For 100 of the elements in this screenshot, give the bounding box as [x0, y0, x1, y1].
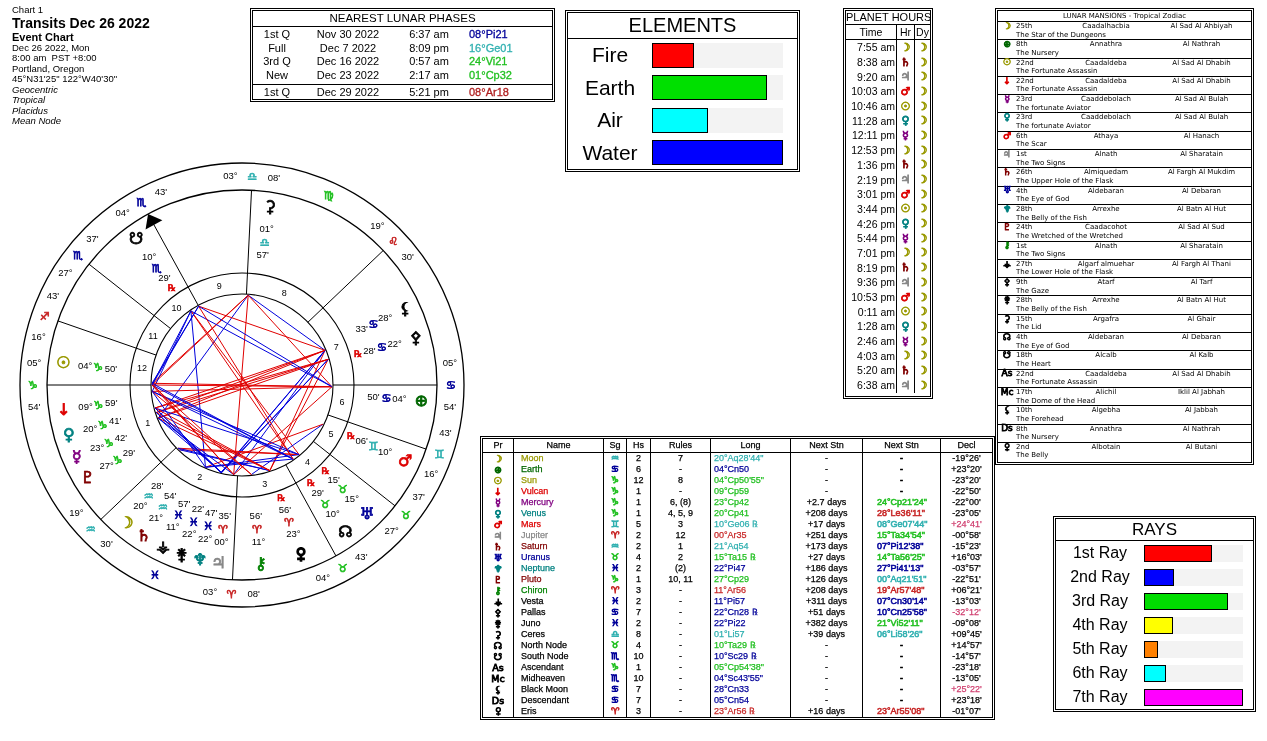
bar-label: Water — [581, 140, 639, 165]
station-time: +39 days — [808, 630, 845, 639]
station-position: 14°Ta56'25" — [876, 553, 926, 562]
planet-symbol: ☋ — [493, 651, 503, 662]
planet-symbol: ⚳ — [494, 629, 502, 640]
planet-symbol: ☽ — [917, 276, 928, 288]
planet-degree: 22° — [197, 533, 213, 544]
sign-glyph: ♎ — [259, 236, 270, 248]
planet-symbol: ☽ — [917, 262, 928, 274]
station-position: 07°Pi12'38" — [876, 542, 924, 551]
planet-symbol: ♇ — [1002, 223, 1012, 233]
hour-time: 2:46 am — [857, 335, 895, 348]
sign-glyph: ♓ — [610, 564, 620, 573]
column-header: Decl — [957, 441, 976, 450]
sign-glyph: ♐ — [39, 310, 50, 322]
planet-name: Moon — [520, 454, 544, 463]
chart-detail: Dec 26 2022, Mon — [12, 42, 91, 54]
planet-degree: 15° — [344, 493, 359, 504]
planet-symbol: ♄ — [900, 56, 911, 68]
hour-time: 8:19 pm — [857, 261, 895, 274]
declination: -22°51' — [952, 575, 981, 584]
planet-symbol: ♄ — [900, 159, 911, 171]
sign-glyph: ♉ — [610, 641, 620, 650]
planet-symbol: ☉ — [493, 475, 503, 486]
planet-symbol: ☽ — [900, 247, 911, 259]
planet-glyph: ☿ — [72, 448, 82, 465]
planet-minutes: 57' — [177, 498, 191, 509]
planet-symbol: ♀ — [901, 320, 910, 332]
planet-symbol: ☿ — [902, 232, 909, 244]
bar-label: Fire — [590, 43, 630, 68]
cusp-minutes: 08' — [267, 173, 281, 184]
planet-symbol: Ds — [491, 695, 505, 706]
station-position: - — [899, 465, 903, 474]
planet-symbol: ☽ — [917, 218, 928, 230]
planet-symbol: ⊕ — [494, 464, 502, 475]
sign-glyph: ♉ — [401, 509, 411, 521]
sign-glyph: ♑ — [97, 419, 108, 431]
planet-minutes: 59' — [105, 398, 118, 409]
planet-symbol: ☽ — [917, 320, 928, 332]
sign-glyph: ♑ — [104, 437, 114, 449]
chart-setting: Tropical — [12, 95, 47, 106]
planet-symbol: ☽ — [917, 159, 928, 171]
planet-symbol: ♀ — [494, 508, 502, 519]
chart-label: Chart 1 — [12, 5, 45, 16]
planet-degree: 20° — [82, 423, 98, 434]
planet-minutes: 35' — [218, 511, 231, 521]
sign-glyph: ♊ — [434, 448, 445, 460]
house-number: 1 — [145, 418, 151, 428]
house-number: 3 — [636, 707, 641, 716]
station-time: - — [825, 685, 828, 694]
cusp-degree: 27° — [58, 268, 73, 279]
planet-minutes: 33' — [355, 324, 368, 334]
planet-symbol: ☽ — [917, 144, 928, 156]
planet-symbol: ☊ — [493, 640, 503, 651]
sign-glyph: ♋ — [368, 318, 379, 330]
cusp-degree: 03° — [223, 171, 238, 182]
sign-glyph: ♒ — [610, 454, 620, 463]
planet-degree: 20° — [133, 501, 148, 511]
bar-label: 7th Ray — [1071, 688, 1129, 707]
station-position: 28°Le36'11" — [876, 509, 925, 518]
sign-glyph: ♑ — [610, 509, 620, 518]
declination: -19°26' — [952, 454, 981, 463]
planet-degree: 23° — [286, 529, 301, 540]
house-number: 5 — [636, 520, 641, 529]
hour-time: 6:38 am — [857, 379, 895, 392]
planet-glyph: ⚵ — [176, 546, 188, 563]
planet-name: Descendant — [520, 696, 570, 705]
house-number: 4 — [636, 553, 641, 562]
planet-degree: 10° — [325, 509, 340, 520]
sign-glyph: ♒ — [158, 501, 168, 513]
declination: -14°57' — [952, 652, 981, 661]
sign-glyph: ♓ — [173, 509, 184, 521]
planet-minutes: 29' — [311, 488, 324, 498]
rules-value: - — [679, 663, 682, 672]
sign-glyph: ♑ — [610, 498, 620, 507]
sign-glyph: ♈ — [610, 586, 620, 595]
hour-time: 12:53 pm — [851, 144, 895, 157]
chart-subtitle: Event Chart — [12, 30, 75, 43]
planet-symbol: ♄ — [493, 541, 503, 552]
declination: -22°00' — [952, 498, 981, 507]
station-position: - — [899, 663, 903, 672]
longitude: 09°Cp59 — [714, 487, 750, 496]
phase-position: 01°Cp32 — [468, 68, 513, 81]
longitude: 11°Ar56 — [714, 586, 746, 595]
planet-name: Midheaven — [520, 674, 566, 683]
planet-degree: 23° — [89, 443, 105, 453]
chart-detail: 45°N31'25" 122°W40'30" — [12, 74, 119, 85]
sign-glyph: ♑ — [93, 399, 104, 411]
planet-symbol: ♆ — [1002, 204, 1012, 214]
planet-symbol: ⚴ — [494, 607, 502, 618]
sign-glyph: ♓ — [188, 516, 199, 528]
station-position: 10°Cn25'58" — [876, 608, 928, 617]
bar-label: Air — [596, 108, 624, 133]
station-time: - — [825, 476, 828, 485]
planet-symbol: ♃ — [493, 530, 503, 541]
planet-name: Venus — [520, 509, 547, 518]
planet-minutes: 42' — [114, 432, 128, 443]
longitude: 05°Cp54'38" — [714, 663, 765, 672]
chart-setting: Geocentric — [12, 84, 59, 96]
planet-name: Pluto — [520, 575, 542, 584]
